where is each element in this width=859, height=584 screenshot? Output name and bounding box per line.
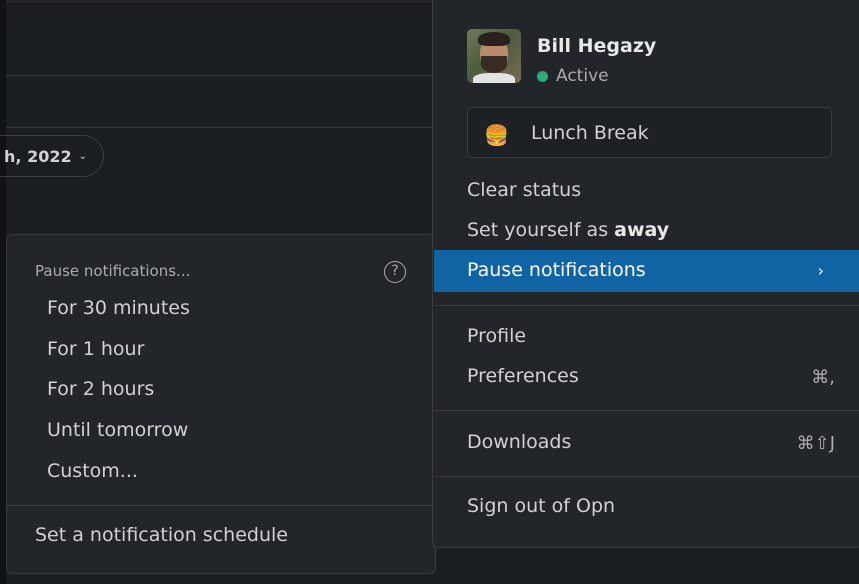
avatar	[467, 29, 521, 83]
chevron-down-icon: ⌄	[78, 150, 87, 162]
menu-divider	[434, 410, 859, 411]
chevron-right-icon: ›	[817, 261, 824, 280]
presence-dot-icon	[537, 70, 548, 82]
set-away-item[interactable]: Set yourself as away	[467, 219, 669, 241]
burger-emoji-icon: 🍔	[484, 123, 509, 147]
help-icon[interactable]: ?	[384, 261, 406, 283]
toolbar-divider	[6, 127, 436, 128]
header-divider	[6, 75, 436, 76]
status-text: Lunch Break	[531, 122, 649, 144]
downloads-item[interactable]: Downloads	[467, 431, 571, 453]
user-menu: Bill Hegazy Active 🍔 Lunch Break Clear s…	[432, 0, 859, 548]
status-button[interactable]: 🍔 Lunch Break	[467, 107, 832, 158]
submenu-header: Pause notifications...	[35, 262, 191, 280]
pause-option-30-minutes[interactable]: For 30 minutes	[47, 297, 190, 319]
clear-status-item[interactable]: Clear status	[467, 179, 581, 201]
notification-schedule-item[interactable]: Set a notification schedule	[35, 524, 288, 546]
pause-option-1-hour[interactable]: For 1 hour	[47, 338, 144, 360]
presence-label: Active	[556, 66, 609, 86]
submenu-divider	[7, 505, 435, 506]
set-away-prefix: Set yourself as	[467, 219, 615, 241]
menu-divider	[434, 305, 859, 306]
preferences-shortcut: ⌘,	[811, 367, 835, 388]
set-away-bold: away	[614, 219, 670, 241]
top-border	[6, 0, 436, 3]
pause-option-2-hours[interactable]: For 2 hours	[47, 378, 154, 400]
pause-notifications-label: Pause notifications	[467, 259, 646, 281]
date-divider-pill[interactable]: h, 2022 ⌄	[0, 135, 104, 177]
menu-divider	[434, 476, 859, 477]
profile-item[interactable]: Profile	[467, 325, 526, 347]
pause-option-until-tomorrow[interactable]: Until tomorrow	[47, 419, 188, 441]
user-name: Bill Hegazy	[537, 35, 657, 57]
preferences-item[interactable]: Preferences	[467, 365, 579, 387]
downloads-shortcut: ⌘⇧J	[796, 433, 835, 454]
pause-notifications-submenu: Pause notifications... ? For 30 minutes …	[6, 234, 436, 574]
pause-option-custom[interactable]: Custom...	[47, 460, 138, 482]
date-label: h, 2022	[4, 146, 72, 166]
presence-status: Active	[537, 66, 609, 86]
pause-notifications-item[interactable]: Pause notifications ›	[434, 250, 859, 292]
sign-out-item[interactable]: Sign out of Opn	[467, 495, 615, 517]
